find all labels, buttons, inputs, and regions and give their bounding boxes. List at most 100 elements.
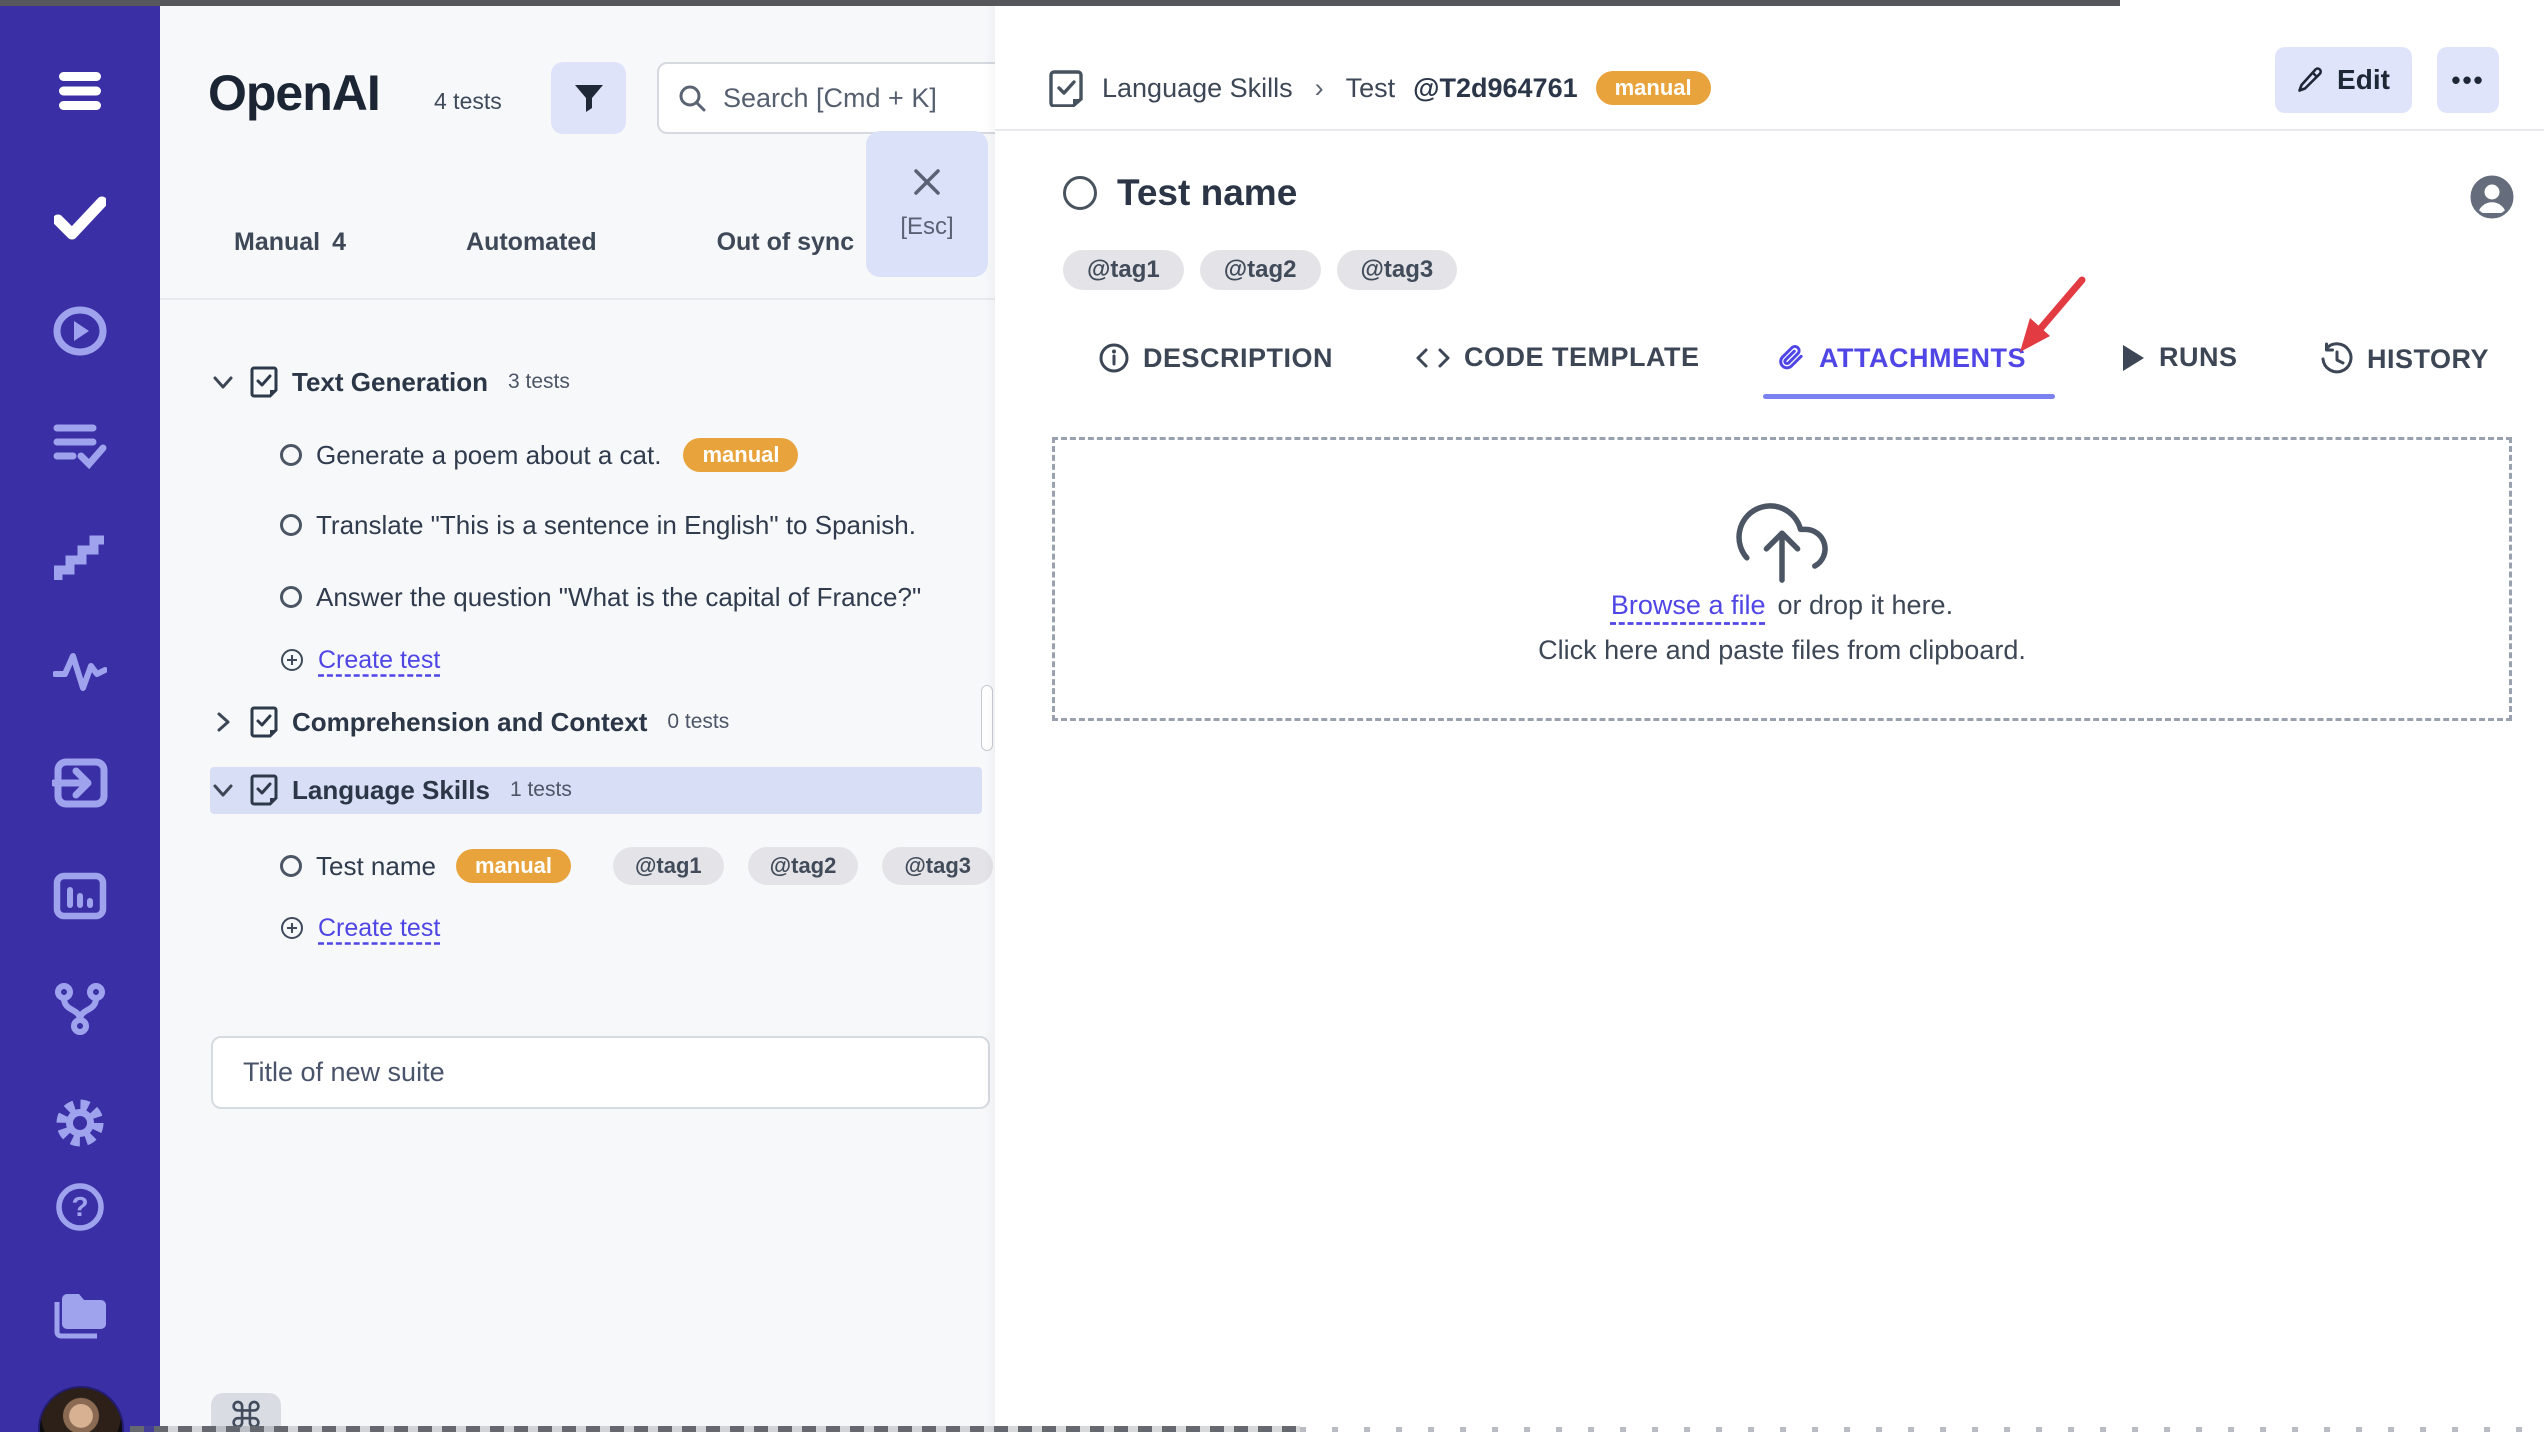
tab-manual-count: 4 (332, 228, 347, 256)
steps-icon[interactable] (0, 534, 160, 584)
create-test-link[interactable]: Create test (318, 914, 440, 943)
suite-row-comprehension[interactable]: Comprehension and Context 0 tests (210, 699, 729, 745)
user-avatar[interactable] (38, 1386, 124, 1432)
tag-pill[interactable]: @tag2 (1199, 250, 1321, 290)
search-input[interactable] (721, 81, 995, 115)
tag-pill: @tag2 (747, 847, 859, 885)
suite-doc-icon (250, 706, 278, 738)
play-circle-icon[interactable] (0, 306, 160, 356)
more-options-button[interactable]: ••• (2437, 47, 2499, 113)
menu-icon[interactable] (0, 70, 160, 112)
tab-label: HISTORY (2367, 343, 2490, 374)
chevron-right-icon[interactable] (210, 709, 236, 735)
esc-shortcut-label: [Esc] (900, 213, 954, 240)
tabs-divider (160, 298, 995, 300)
test-bullet-icon (280, 586, 302, 608)
info-icon (1098, 342, 1130, 374)
suite-label: Text Generation (292, 366, 489, 397)
manual-badge: manual (455, 849, 571, 883)
sign-in-icon[interactable] (0, 758, 160, 808)
test-title-row: Test name (1063, 172, 1297, 214)
help-circle-icon[interactable]: ? (0, 1182, 160, 1232)
test-label: Test name (316, 850, 436, 881)
manual-badge: manual (683, 438, 799, 472)
file-dropzone[interactable]: Browse a file or drop it here. Click her… (1052, 437, 2512, 721)
breadcrumb-test-id: @T2d964761 (1413, 72, 1578, 103)
close-icon[interactable] (912, 167, 942, 197)
pencil-icon (2297, 67, 2323, 93)
active-tab-underline (1763, 394, 2055, 399)
new-suite-input[interactable] (241, 1056, 960, 1089)
suite-label: Comprehension and Context (292, 706, 648, 737)
breadcrumb-section[interactable]: Language Skills (1102, 73, 1293, 104)
detail-tabs: DESCRIPTION CODE TEMPLATE ATTACHMENTS RU… (995, 334, 2544, 399)
tab-label: RUNS (2159, 342, 2238, 372)
breadcrumb-separator: › (1314, 72, 1324, 103)
test-bullet-icon (280, 855, 302, 877)
test-row[interactable]: Generate a poem about a cat. manual (280, 432, 799, 478)
test-detail-panel: Language Skills › Test @T2d964761 manual… (995, 0, 2544, 1432)
tab-code-template[interactable]: CODE TEMPLATE (1415, 342, 1700, 373)
suite-count: 0 tests (667, 710, 730, 733)
window-bottom-edge-left (130, 1426, 1300, 1432)
chevron-down-icon[interactable] (210, 777, 236, 803)
code-icon (1415, 344, 1451, 372)
test-bullet-icon (280, 514, 302, 536)
tag-pill[interactable]: @tag1 (1063, 250, 1184, 290)
dropzone-text-line1: Browse a file or drop it here. (1611, 590, 1953, 621)
tab-runs[interactable]: RUNS (2120, 342, 2238, 373)
activity-pulse-icon[interactable] (0, 648, 160, 692)
breadcrumb: Language Skills › Test @T2d964761 manual (1048, 50, 1711, 126)
breadcrumb-test-label: Test (1345, 72, 1396, 103)
bar-chart-icon[interactable] (0, 872, 160, 920)
create-test-row[interactable]: Create test (280, 905, 440, 951)
suite-doc-icon (250, 366, 278, 398)
test-label: Generate a poem about a cat. (316, 439, 662, 470)
drop-here-text: or drop it here. (1777, 590, 1954, 620)
app-screen: ? OpenAI 4 tests [Esc] (0, 0, 2544, 1432)
history-clock-icon (2320, 342, 2354, 376)
search-icon (677, 83, 707, 113)
folders-icon[interactable] (0, 1288, 160, 1340)
create-test-row[interactable]: Create test (280, 637, 440, 683)
tag-pill: @tag1 (612, 847, 724, 885)
sidebar: ? (0, 0, 160, 1432)
manual-badge: manual (1595, 71, 1711, 105)
scrollbar-thumb[interactable] (981, 685, 993, 751)
suite-row-text-generation[interactable]: Text Generation 3 tests (210, 359, 570, 405)
dropzone-text-line2: Click here and paste files from clipboar… (1538, 635, 2026, 665)
git-branch-icon[interactable] (0, 982, 160, 1036)
browse-file-link[interactable]: Browse a file (1611, 590, 1766, 621)
tab-automated-label: Automated (466, 228, 597, 256)
playlist-check-icon[interactable] (0, 422, 160, 470)
close-popover[interactable]: [Esc] (866, 131, 988, 277)
tab-manual[interactable]: Manual 4 (234, 228, 346, 257)
total-test-count: 4 tests (434, 88, 502, 114)
test-row[interactable]: Translate "This is a sentence in English… (280, 502, 995, 548)
play-icon (2120, 343, 2146, 373)
test-row[interactable]: Answer the question "What is the capital… (280, 574, 995, 620)
tab-attachments[interactable]: ATTACHMENTS (1778, 342, 2026, 374)
settings-gear-icon[interactable] (0, 1096, 160, 1150)
tab-label: DESCRIPTION (1143, 342, 1334, 373)
filter-button[interactable] (551, 62, 626, 134)
tab-description[interactable]: DESCRIPTION (1098, 342, 1333, 374)
suite-row-language-skills[interactable]: Language Skills 1 tests (210, 767, 572, 813)
tests-check-icon[interactable] (0, 196, 160, 240)
tab-automated[interactable]: Automated (466, 228, 597, 257)
edit-button[interactable]: Edit (2275, 47, 2412, 113)
tab-history[interactable]: HISTORY (2320, 342, 2489, 376)
tag-pill[interactable]: @tag3 (1336, 250, 1458, 290)
tab-out-of-sync[interactable]: Out of sync (717, 228, 855, 257)
create-test-link[interactable]: Create test (318, 646, 440, 675)
window-bottom-edge-right (1300, 1427, 2544, 1432)
new-suite-field (211, 1036, 990, 1109)
app-logo: OpenAI (208, 65, 381, 121)
assignee-avatar-icon[interactable] (2470, 175, 2514, 219)
test-row-test-name[interactable]: Test name manual @tag1 @tag2 @tag3 (280, 843, 994, 889)
chevron-down-icon[interactable] (210, 369, 236, 395)
suite-count: 3 tests (508, 370, 570, 393)
suite-label: Language Skills (292, 774, 490, 805)
suite-filter-tabs: Manual 4 Automated Out of sync (234, 228, 854, 257)
suite-count: 1 tests (509, 778, 572, 801)
